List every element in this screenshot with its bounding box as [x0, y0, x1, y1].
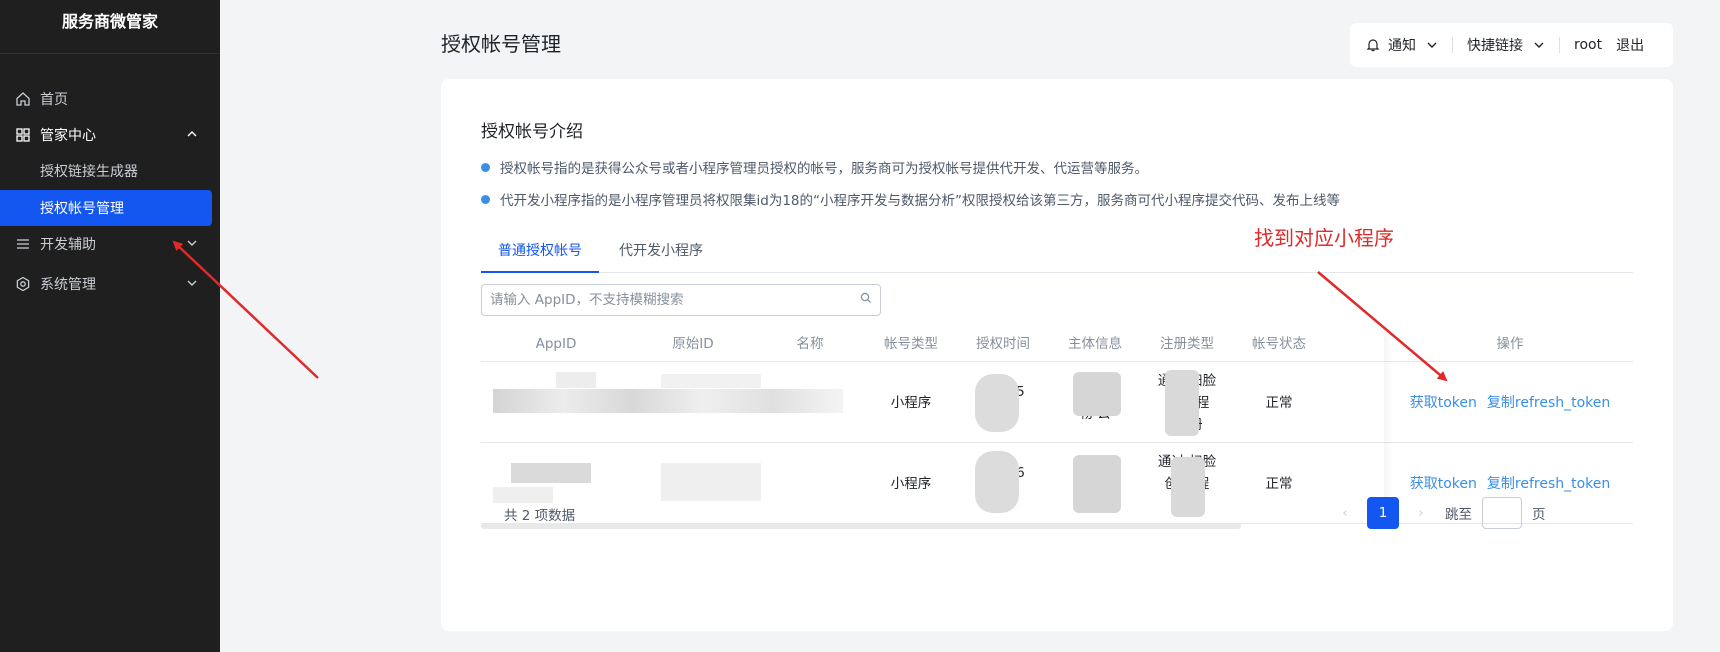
intro-title: 授权帐号介绍 [481, 122, 583, 142]
sidebar-item-label: 首页 [40, 92, 68, 108]
chevron-down-icon [1426, 39, 1438, 51]
accounts-table: AppID 原始ID 名称 帐号类型 授权时间 主体信息 注册类型 帐号状态 操… [481, 326, 1633, 524]
sidebar-item-dev-assist[interactable]: 开发辅助 [0, 226, 220, 262]
fixed-column-shadow [1384, 326, 1392, 524]
table-row: 小程序 20 -053 浐 沙物 公 通 人扫脸创 小程序 册 正常 获取tok… [481, 362, 1633, 443]
status-cell: 正常 [1265, 394, 1293, 411]
redacted-mosaic [975, 374, 1019, 432]
menu-icon [14, 235, 32, 253]
redacted-mosaic [1165, 370, 1199, 436]
redacted-mosaic [556, 372, 596, 388]
notify-label: 通知 [1388, 38, 1416, 54]
sidebar-item-steward-center[interactable]: 管家中心 [0, 117, 220, 153]
search-icon[interactable] [860, 292, 872, 308]
pagination: ‹ 1 › 跳至 页 [1331, 497, 1546, 529]
chevron-down-icon [186, 237, 198, 253]
get-token-link[interactable]: 获取token [1410, 473, 1477, 495]
sidebar-item-label: 开发辅助 [40, 237, 96, 253]
sidebar-item-auth-link-generator[interactable]: 授权链接生成器 [0, 153, 212, 189]
jump-page-input[interactable] [1482, 497, 1522, 529]
divider [1452, 37, 1453, 53]
intro-bullet: 授权帐号指的是获得公众号或者小程序管理员授权的帐号，服务商可为授权帐号提供代开发… [481, 157, 1148, 177]
intro-bullet: 代开发小程序指的是小程序管理员将权限集id为18的“小程序开发与数据分析”权限授… [481, 189, 1340, 209]
jump-label: 跳至 [1445, 507, 1472, 523]
page-title: 授权帐号管理 [441, 32, 561, 56]
total-count: 共 2 项数据 [504, 508, 576, 524]
column-header-appid: AppID [535, 336, 577, 352]
tab-dev-miniprogram[interactable]: 代开发小程序 [611, 229, 711, 273]
sidebar-item-auth-account-management[interactable]: 授权帐号管理 [0, 190, 212, 226]
column-header-subject: 主体信息 [1068, 336, 1122, 352]
redacted-appid-mosaic [493, 389, 843, 413]
main-card: 授权帐号介绍 授权帐号指的是获得公众号或者小程序管理员授权的帐号，服务商可为授权… [441, 79, 1673, 631]
account-type-cell: 小程序 [890, 394, 932, 411]
intro-bullet-text: 代开发小程序指的是小程序管理员将权限集id为18的“小程序开发与数据分析”权限授… [500, 193, 1340, 209]
sidebar-item-label: 管家中心 [40, 128, 96, 144]
redacted-mosaic [493, 487, 553, 503]
bullet-dot-icon [481, 194, 490, 204]
column-header-status: 帐号状态 [1252, 336, 1306, 352]
sidebar-item-label: 系统管理 [40, 277, 96, 293]
column-header-actions: 操作 [1496, 336, 1524, 352]
redacted-mosaic [661, 374, 761, 388]
chevron-down-icon [1533, 39, 1545, 51]
logout-button[interactable]: 退出 [1616, 35, 1644, 55]
redacted-mosaic [1171, 457, 1205, 517]
home-icon [14, 90, 32, 108]
column-header-original-id: 原始ID [672, 336, 714, 352]
search-input[interactable] [490, 292, 860, 308]
sidebar: 服务商微管家 首页 管家中心 授权链接生成器 授权帐号管理 开发辅助 系统管理 [0, 0, 220, 652]
username: root [1574, 37, 1603, 53]
page-number-current[interactable]: 1 [1367, 497, 1399, 529]
prev-page-icon[interactable]: ‹ [1331, 505, 1359, 521]
redacted-mosaic [661, 463, 761, 501]
column-header-name: 名称 [796, 336, 824, 352]
chevron-up-icon [186, 128, 198, 144]
account-tabs: 普通授权帐号 代开发小程序 [481, 229, 1633, 273]
redacted-mosaic [1073, 455, 1121, 513]
account-type-cell: 小程序 [890, 475, 932, 492]
tab-normal-accounts[interactable]: 普通授权帐号 [481, 229, 599, 273]
copy-refresh-token-link[interactable]: 复制refresh_token [1487, 392, 1610, 414]
bullet-dot-icon [481, 162, 490, 172]
table-header: AppID 原始ID 名称 帐号类型 授权时间 主体信息 注册类型 帐号状态 操… [481, 326, 1633, 362]
quick-links-label: 快捷链接 [1467, 38, 1523, 54]
column-header-auth-time: 授权时间 [976, 336, 1030, 352]
sidebar-item-home[interactable]: 首页 [0, 81, 220, 117]
column-header-account-type: 帐号类型 [884, 336, 938, 352]
column-header-reg-type: 注册类型 [1160, 336, 1214, 352]
appid-search [481, 284, 881, 316]
chevron-down-icon [186, 277, 198, 293]
horizontal-scrollbar[interactable] [481, 523, 1241, 529]
redacted-mosaic [975, 451, 1019, 513]
quick-links-dropdown[interactable]: 快捷链接 [1467, 35, 1545, 55]
status-cell: 正常 [1265, 475, 1293, 492]
sidebar-item-system-management[interactable]: 系统管理 [0, 266, 220, 302]
page-suffix: 页 [1532, 507, 1546, 523]
brand-title: 服务商微管家 [0, 0, 220, 54]
get-token-link[interactable]: 获取token [1410, 392, 1477, 414]
redacted-mosaic [511, 463, 591, 483]
notify-dropdown[interactable]: 通知 [1366, 35, 1438, 55]
gear-icon [14, 275, 32, 293]
top-toolbar: 通知 快捷链接 root 退出 [1350, 23, 1673, 67]
divider [1559, 37, 1560, 53]
redacted-mosaic [1073, 372, 1121, 416]
bell-icon [1366, 38, 1380, 52]
grid-icon [14, 126, 32, 144]
intro-bullet-text: 授权帐号指的是获得公众号或者小程序管理员授权的帐号，服务商可为授权帐号提供代开发… [500, 161, 1148, 177]
actions-cell: 获取token 复制refresh_token [1387, 362, 1633, 443]
annotation-label: 找到对应小程序 [1254, 226, 1394, 250]
next-page-icon[interactable]: › [1407, 505, 1435, 521]
copy-refresh-token-link[interactable]: 复制refresh_token [1487, 473, 1610, 495]
